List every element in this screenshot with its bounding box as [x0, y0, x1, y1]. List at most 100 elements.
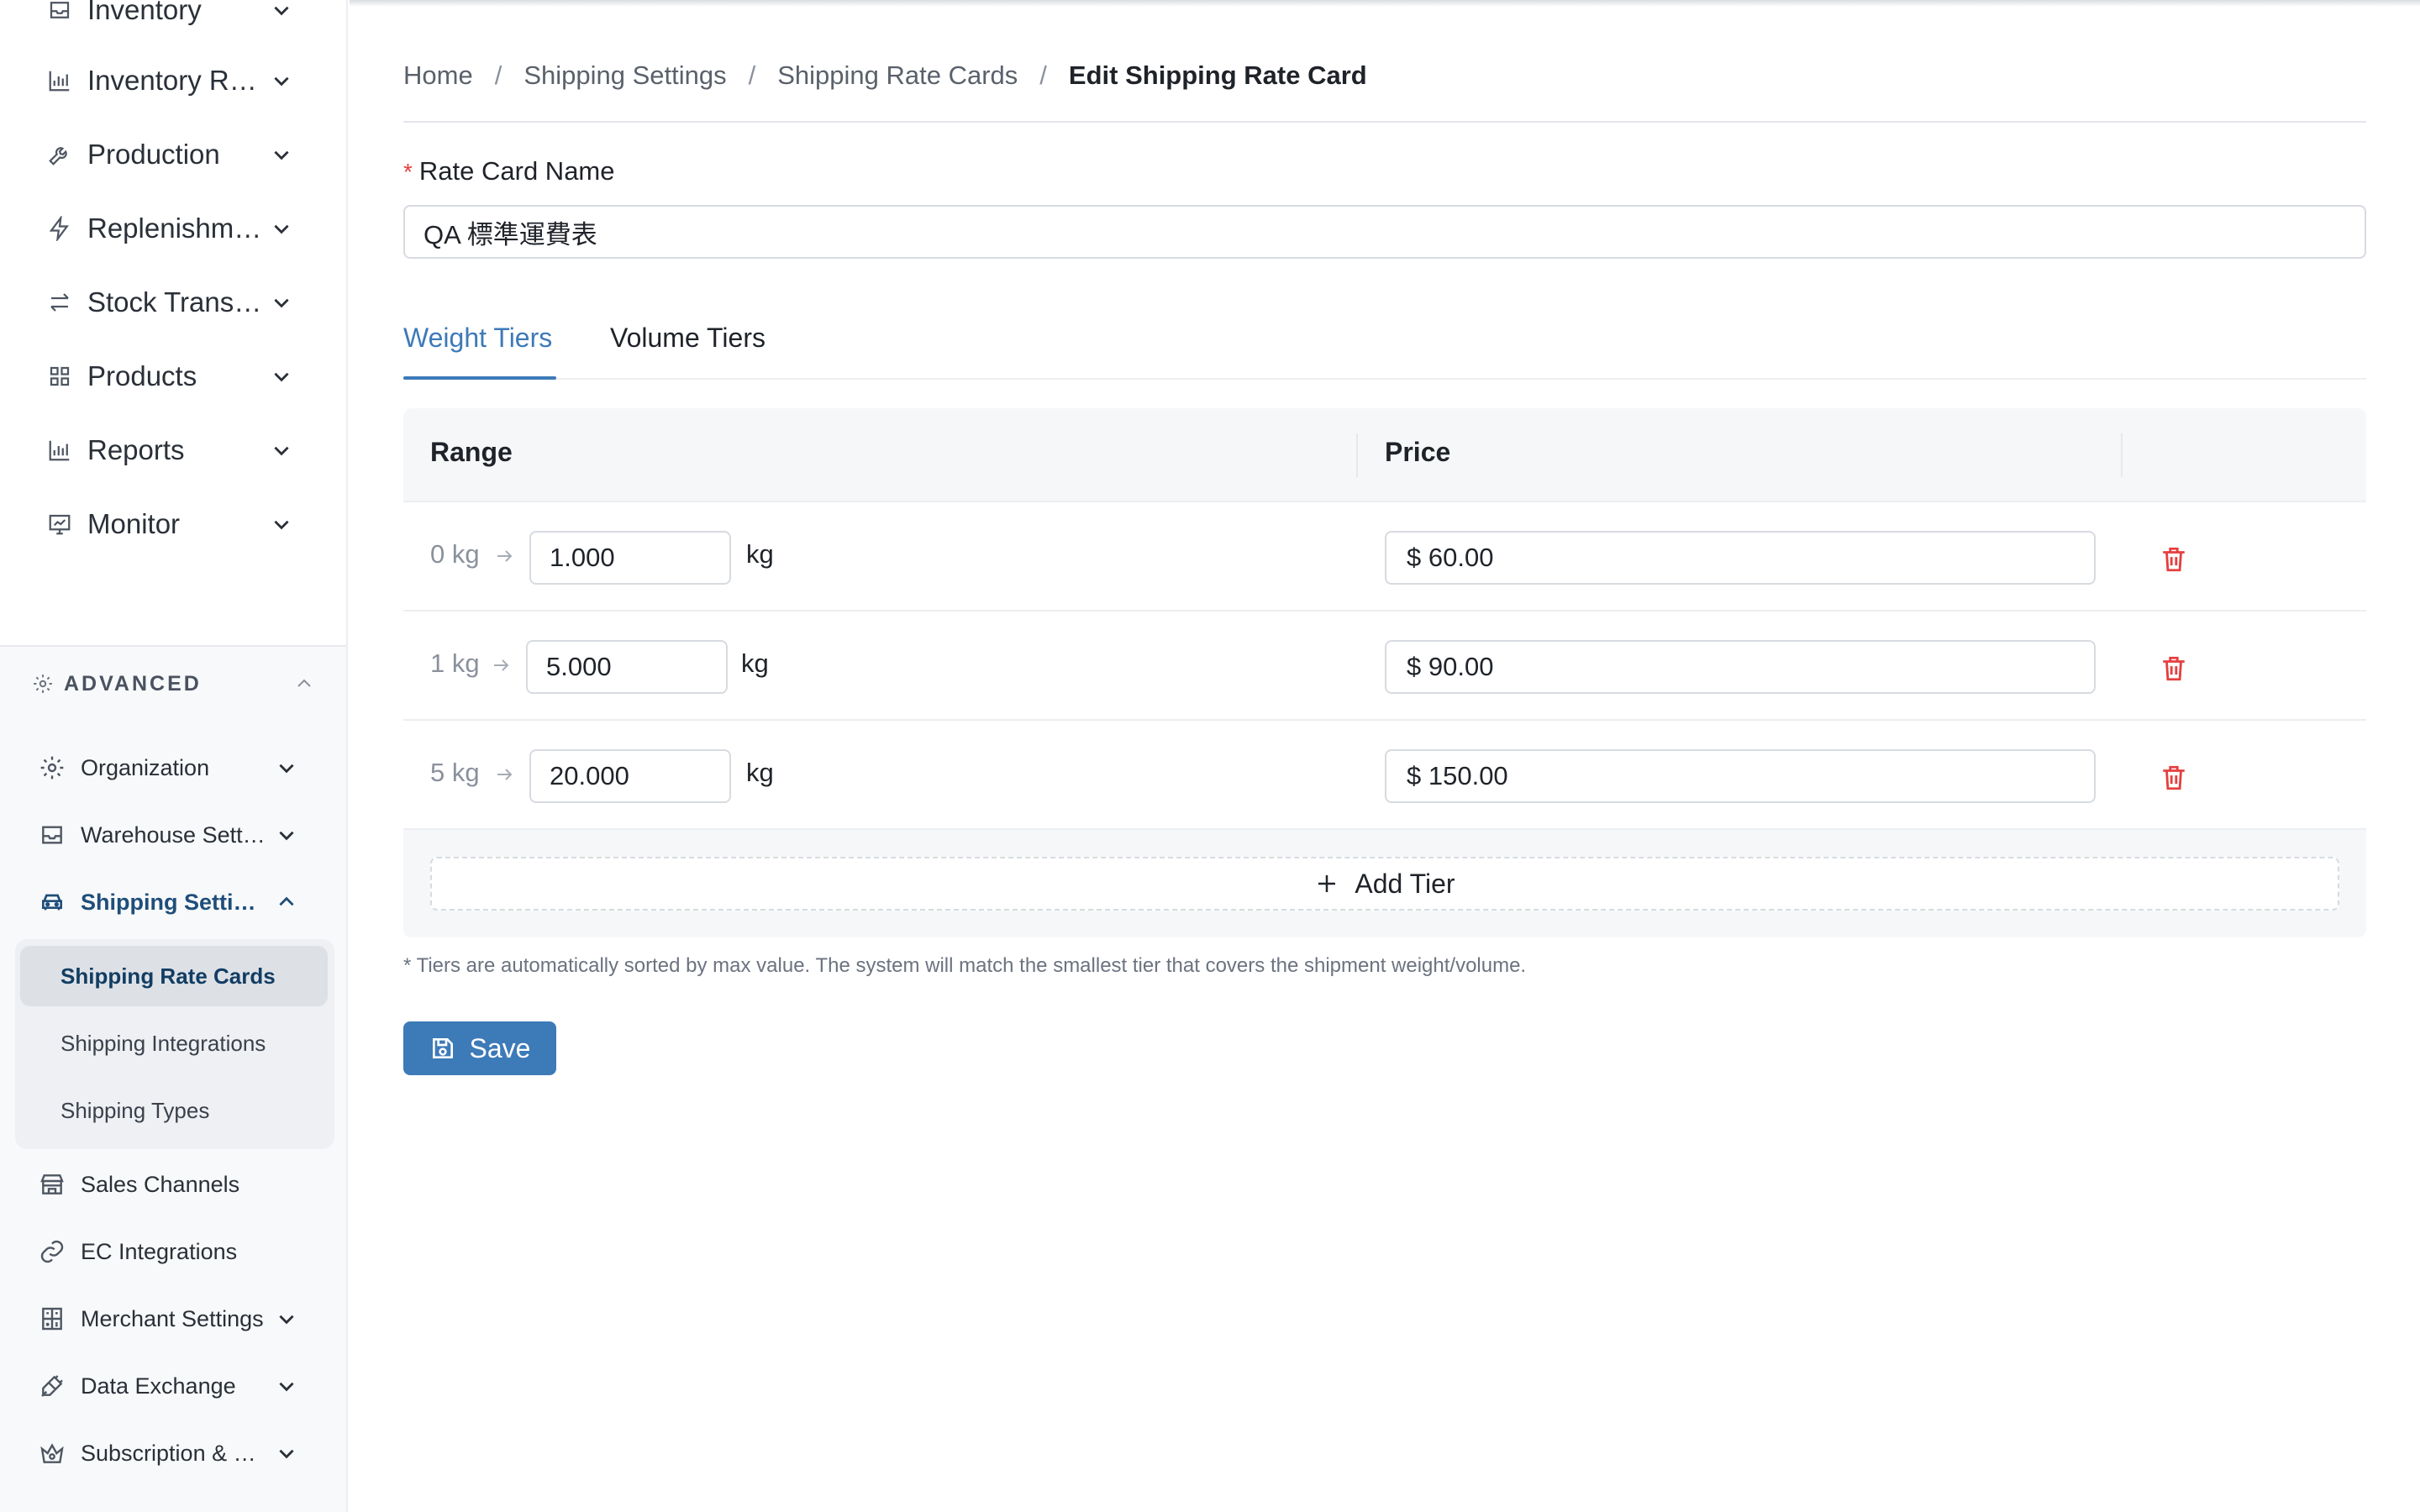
tier-price-input[interactable]: [1385, 531, 2096, 585]
monitor-chart-icon: [47, 512, 72, 537]
tier-min-label: 0 kg: [430, 539, 480, 569]
tab-volume-tiers[interactable]: Volume Tiers: [610, 323, 765, 378]
chevron-up-icon: [294, 674, 314, 694]
sidebar-item-label: Organization: [81, 754, 210, 780]
add-tier-button[interactable]: Add Tier: [430, 857, 2339, 911]
grid-icon: [47, 364, 72, 389]
tier-max-input[interactable]: [529, 531, 731, 585]
tier-unit-label: kg: [746, 539, 774, 569]
sidebar-item-stock-transfers[interactable]: Stock Transfers: [47, 277, 299, 328]
sidebar-item-inventory[interactable]: Inventory: [47, 0, 299, 35]
sidebar-item-merchant-settings[interactable]: Merchant Settings: [39, 1299, 316, 1339]
sidebar-item-replenishment[interactable]: Replenishment: [47, 203, 299, 254]
sidebar-item-label: Sales Channels: [81, 1171, 240, 1197]
tier-tabs: Weight Tiers Volume Tiers: [403, 311, 2366, 380]
sidebar-item-inventory-reports[interactable]: Inventory Reports: [47, 55, 299, 106]
sidebar-item-label: Inventory: [87, 0, 202, 25]
arrow-right-icon: [494, 764, 514, 785]
chevron-up-icon: [276, 891, 297, 913]
submenu-item-shipping-integrations[interactable]: Shipping Integrations: [20, 1013, 328, 1074]
header-shadow: [350, 0, 2420, 7]
sidebar-item-ec-integrations[interactable]: EC Integrations: [39, 1231, 316, 1272]
sidebar-item-label: Merchant Settings: [81, 1305, 264, 1331]
trash-icon: [2160, 545, 2193, 574]
shipping-settings-submenu: Shipping Rate Cards Shipping Integration…: [15, 939, 334, 1149]
table-row: 1 kg kg: [403, 612, 2366, 721]
arrow-right-icon: [494, 546, 514, 566]
breadcrumb: Home / Shipping Settings / Shipping Rate…: [403, 55, 1367, 96]
store-icon: [39, 1171, 66, 1198]
delete-tier-button[interactable]: [2160, 761, 2193, 795]
submenu-item-shipping-rate-cards[interactable]: Shipping Rate Cards: [20, 946, 328, 1006]
advanced-section-header[interactable]: ADVANCED: [32, 669, 318, 699]
inbox-icon: [47, 0, 72, 23]
breadcrumb-separator: /: [1039, 60, 1047, 90]
chevron-down-icon: [271, 144, 292, 165]
tier-max-input[interactable]: [529, 749, 731, 803]
tier-max-input[interactable]: [526, 640, 728, 694]
rate-card-name-input[interactable]: [403, 205, 2366, 259]
sidebar-item-label: Production: [87, 139, 220, 170]
chevron-down-icon: [276, 1442, 297, 1464]
chevron-down-icon: [271, 0, 292, 21]
tier-min-label: 5 kg: [430, 758, 480, 787]
column-header-price: Price: [1385, 437, 1451, 467]
breadcrumb-shipping-settings[interactable]: Shipping Settings: [523, 60, 726, 91]
breadcrumb-home[interactable]: Home: [403, 60, 473, 91]
chevron-down-icon: [276, 1308, 297, 1330]
sidebar-item-production[interactable]: Production: [47, 129, 299, 180]
chevron-down-icon: [271, 70, 292, 92]
transfer-arrows-icon: [47, 290, 72, 315]
sidebar-item-data-exchange[interactable]: Data Exchange: [39, 1366, 316, 1406]
add-tier-label: Add Tier: [1355, 868, 1455, 899]
wrench-icon: [47, 142, 72, 167]
column-header-range: Range: [430, 437, 513, 467]
plus-icon: [1314, 871, 1339, 896]
sidebar-item-label: Data Exchange: [81, 1373, 236, 1399]
sidebar-item-label: Monitor: [87, 508, 181, 539]
chevron-down-icon: [276, 824, 297, 846]
breadcrumb-current: Edit Shipping Rate Card: [1068, 60, 1367, 90]
sidebar-item-products[interactable]: Products: [47, 351, 299, 402]
chevron-down-icon: [271, 218, 292, 239]
required-asterisk: *: [403, 159, 413, 185]
calculator-icon: [39, 1305, 66, 1332]
tier-unit-label: kg: [741, 648, 769, 678]
arrow-right-icon: [491, 655, 511, 675]
tier-sort-note: * Tiers are automatically sorted by max …: [403, 954, 1527, 977]
tier-price-input[interactable]: [1385, 749, 2096, 803]
sidebar-item-label: Products: [87, 360, 197, 391]
sidebar-item-label: Warehouse Settings: [81, 822, 266, 848]
rate-card-name-label: * Rate Card Name: [403, 156, 615, 186]
sidebar-item-sales-channels[interactable]: Sales Channels: [39, 1164, 316, 1205]
save-icon: [429, 1035, 456, 1062]
sidebar-item-label: Reports: [87, 434, 185, 465]
column-divider: [2121, 433, 2123, 477]
sidebar-item-monitor[interactable]: Monitor: [47, 499, 299, 549]
add-tier-row: Add Tier: [403, 830, 2366, 937]
save-button[interactable]: Save: [403, 1021, 556, 1075]
breadcrumb-separator: /: [494, 60, 502, 90]
breadcrumb-separator: /: [748, 60, 756, 90]
gear-icon: [39, 754, 66, 781]
submenu-item-shipping-types[interactable]: Shipping Types: [20, 1080, 328, 1141]
chevron-down-icon: [276, 1375, 297, 1397]
chevron-down-icon: [276, 757, 297, 779]
delete-tier-button[interactable]: [2160, 543, 2193, 576]
sidebar-item-reports[interactable]: Reports: [47, 425, 299, 475]
chevron-down-icon: [271, 365, 292, 387]
inbox-icon: [39, 822, 66, 848]
sidebar-item-label: Shipping Settings: [81, 889, 266, 915]
save-label: Save: [469, 1032, 531, 1063]
sidebar-item-shipping-settings[interactable]: Shipping Settings: [39, 882, 316, 922]
delete-tier-button[interactable]: [2160, 652, 2193, 685]
sidebar-item-warehouse-settings[interactable]: Warehouse Settings: [39, 815, 316, 855]
rate-card-name-label-text: Rate Card Name: [418, 156, 615, 186]
sidebar-item-subscription-billing[interactable]: Subscription & Billing: [39, 1433, 316, 1473]
crown-icon: [39, 1440, 66, 1467]
breadcrumb-shipping-rate-cards[interactable]: Shipping Rate Cards: [777, 60, 1018, 91]
sidebar-item-organization[interactable]: Organization: [39, 748, 316, 788]
tab-weight-tiers[interactable]: Weight Tiers: [403, 323, 556, 380]
tier-price-input[interactable]: [1385, 640, 2096, 694]
breadcrumb-divider: [403, 121, 2366, 123]
